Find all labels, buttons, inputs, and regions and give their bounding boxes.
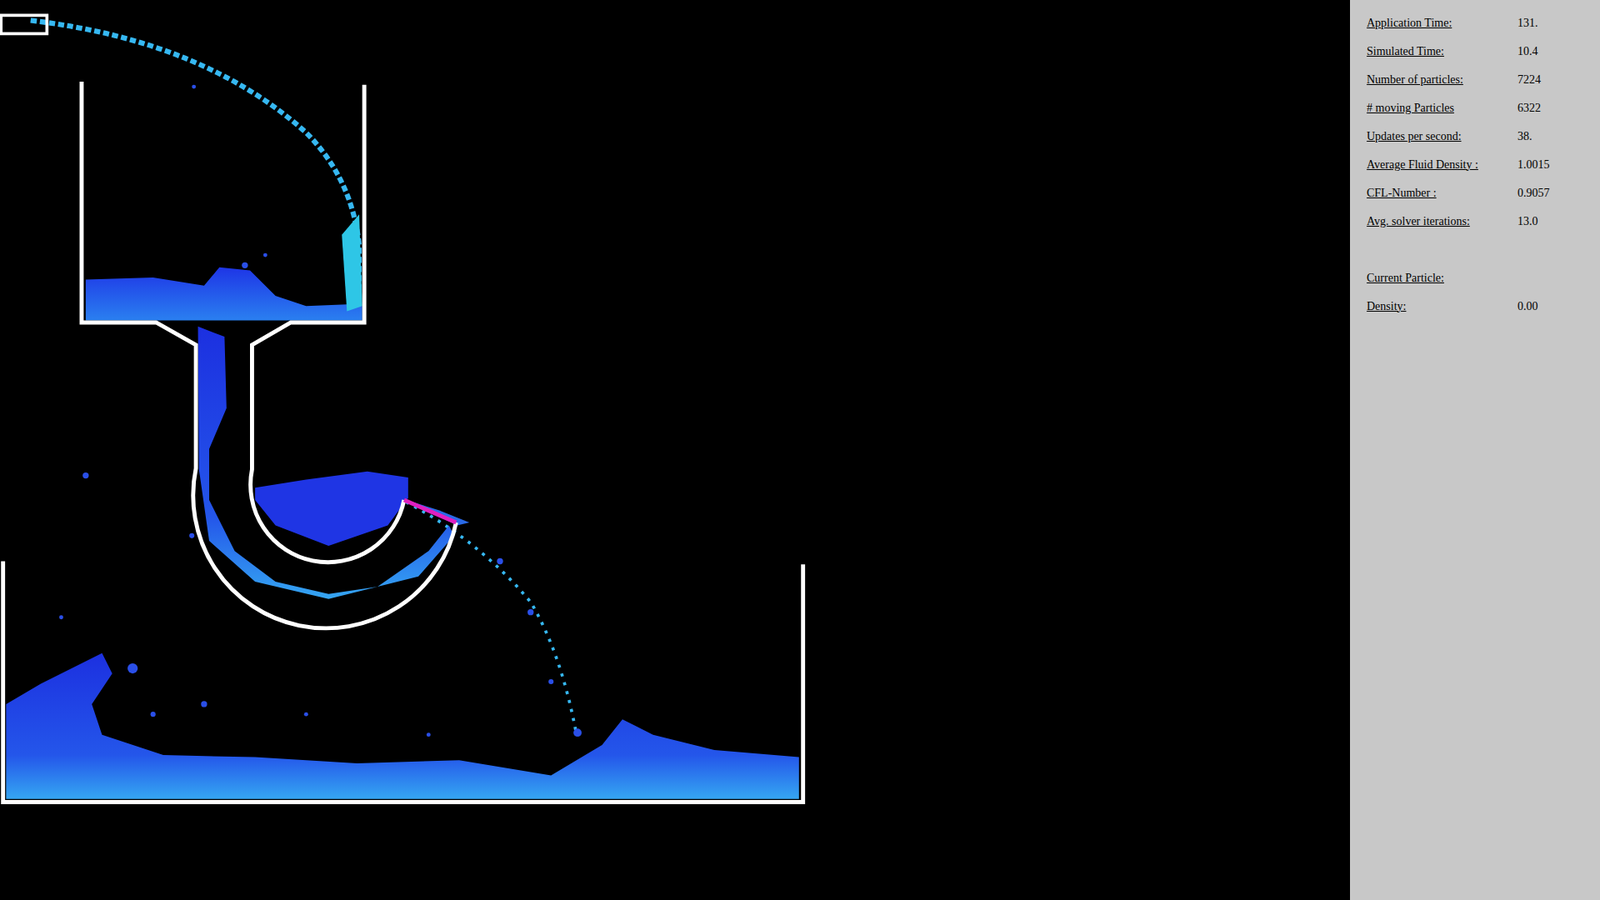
stat-value: 0.00 (1517, 297, 1539, 315)
stats-list: Application Time:131.Simulated Time:10.4… (1366, 8, 1600, 235)
scene-drawing (0, 0, 1350, 900)
stat-value: 131. (1517, 14, 1539, 32)
current-particle: Current Particle: Density:0.00 (1366, 263, 1600, 320)
stat-label: Simulated Time: (1366, 42, 1518, 60)
stat-value: 0.9057 (1517, 184, 1550, 202)
stat-row: Simulated Time:10.4 (1366, 36, 1600, 65)
info-panel: Application Time:131.Simulated Time:10.4… (1350, 0, 1600, 900)
water-stream (405, 501, 576, 735)
stat-label: Application Time: (1366, 14, 1518, 32)
stat-label: Avg. solver iterations: (1366, 212, 1518, 230)
stat-row: Average Fluid Density :1.0015 (1366, 150, 1600, 179)
stat-value: 38. (1517, 127, 1533, 145)
stat-value: 10.4 (1517, 42, 1539, 60)
droplets (59, 85, 582, 737)
stat-label: Current Particle: (1366, 269, 1518, 287)
gate[interactable] (404, 500, 456, 523)
pipe-fluid (198, 326, 455, 600)
stat-label: Updates per second: (1366, 127, 1518, 145)
stat-label: CFL-Number : (1366, 184, 1518, 202)
stat-row: Application Time:131. (1366, 8, 1600, 37)
stat-label: # moving Particles (1366, 99, 1518, 117)
stat-row: Density:0.00 (1366, 291, 1600, 320)
stat-value: 1.0015 (1517, 155, 1550, 174)
stat-row: Avg. solver iterations:13.0 (1366, 206, 1600, 235)
stat-value: 6322 (1517, 99, 1541, 117)
walls (0, 15, 803, 802)
splash-fluid (341, 214, 362, 311)
stat-value: 7224 (1517, 70, 1541, 89)
stat-row: # moving Particles6322 (1366, 93, 1600, 122)
stat-row: Updates per second:38. (1366, 121, 1600, 150)
stat-label: Average Fluid Density : (1366, 155, 1518, 174)
stat-label: Number of particles: (1366, 70, 1518, 89)
simulation-canvas[interactable] (0, 0, 1350, 900)
stat-label: Density: (1366, 297, 1518, 315)
tank-fluid (85, 267, 363, 321)
pool-fluid (5, 653, 799, 800)
stat-row: CFL-Number :0.9057 (1366, 178, 1600, 207)
stat-row: Number of particles:7224 (1366, 65, 1600, 94)
stat-row: Current Particle: (1366, 263, 1600, 292)
stat-value: 13.0 (1517, 212, 1539, 230)
